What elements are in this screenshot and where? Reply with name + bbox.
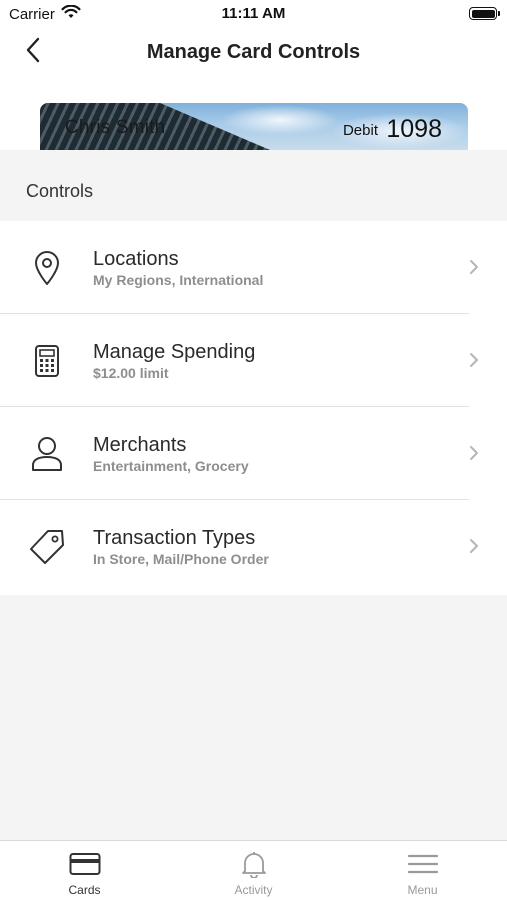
card-type: Debit [342,122,378,139]
chevron-right-icon [466,256,482,278]
list-item-subtitle: In Store, Mail/Phone Order [93,551,269,567]
list-item-manage-spending[interactable]: Manage Spending $12.00 limit [0,314,507,407]
list-item-transaction-types[interactable]: Transaction Types In Store, Mail/Phone O… [0,500,507,593]
section-header: Controls [0,150,507,221]
tag-icon [26,526,68,568]
chevron-right-icon [466,535,482,557]
card-cloud [220,105,340,135]
tab-bar: Cards Activity Menu [0,840,507,900]
controls-list: Locations My Regions, International Mana [0,221,507,595]
list-item-label: Manage Spending [93,341,256,363]
tab-menu[interactable]: Menu [338,841,507,900]
card-holder-name: Chris Smith [65,117,166,138]
battery-icon [469,7,500,20]
list-item-label: Transaction Types [93,527,256,549]
status-bar: Carrier 11:11 AM [0,0,507,28]
list-item-subtitle: Entertainment, Grocery [93,458,249,474]
chevron-right-icon [466,349,482,371]
calculator-icon [26,340,68,382]
list-item-locations[interactable]: Locations My Regions, International [0,221,507,314]
hamburger-menu-icon [405,850,441,878]
tab-label: Cards [68,883,101,897]
section-title: Controls [26,181,94,201]
list-item-label: Locations [93,248,179,270]
list-item-subtitle: My Regions, International [93,272,264,288]
list-item-label: Merchants [93,434,187,456]
card-preview[interactable]: Chris Smith Debit 1098 [40,103,468,150]
tab-activity[interactable]: Activity [169,841,338,900]
chevron-right-icon [466,442,482,464]
card-icon [67,850,103,878]
status-time: 11:11 AM [221,5,286,22]
card-last-four: 1098 [386,115,442,143]
location-pin-icon [26,247,68,289]
bell-icon [236,850,272,878]
list-item-subtitle: $12.00 limit [93,365,169,381]
page-title: Manage Card Controls [146,41,361,63]
list-item-merchants[interactable]: Merchants Entertainment, Grocery [0,407,507,500]
tab-label: Activity [234,883,273,897]
person-icon [26,433,68,475]
tab-label: Menu [407,883,438,897]
tab-cards[interactable]: Cards [0,841,169,900]
